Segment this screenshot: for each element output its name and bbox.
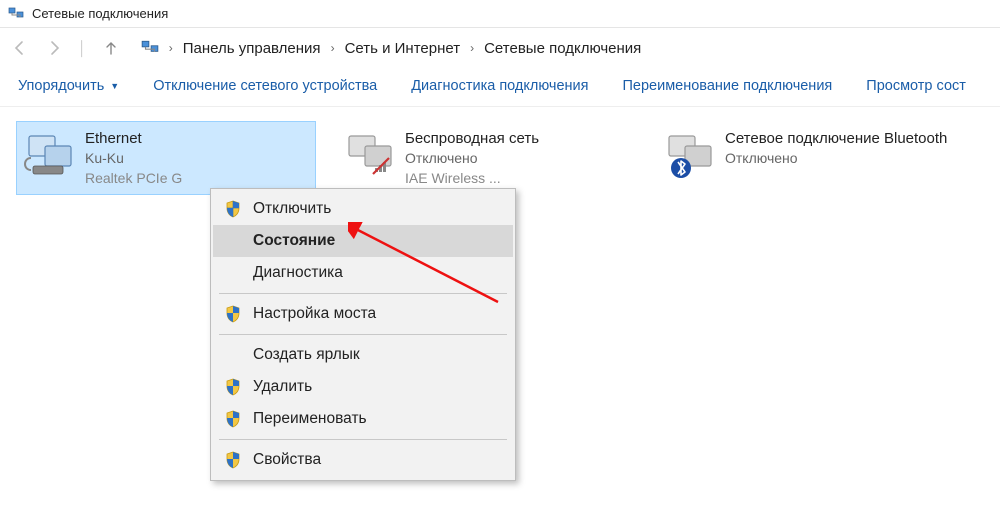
menu-item-diagnose[interactable]: Диагностика (213, 257, 513, 289)
ethernet-adapter-icon (23, 128, 75, 180)
connection-item-ethernet[interactable]: Ethernet Ku-Ku Realtek PCIe G (16, 121, 316, 195)
menu-item-label: Свойства (253, 451, 499, 469)
nav-separator: │ (78, 40, 87, 56)
menu-item-label: Состояние (253, 232, 499, 250)
menu-item-delete[interactable]: Удалить (213, 371, 513, 403)
chevron-right-icon: › (470, 41, 474, 55)
connection-item-bluetooth[interactable]: Сетевое подключение Bluetooth Отключено (656, 121, 956, 195)
menu-separator (219, 334, 507, 335)
nav-up-button[interactable] (101, 38, 121, 58)
menu-item-label: Удалить (253, 378, 499, 396)
breadcrumb[interactable]: › Панель управления › Сеть и Интернет › … (135, 39, 642, 57)
menu-item-label: Настройка моста (253, 305, 499, 323)
toolbar-label: Отключение сетевого устройства (153, 78, 377, 94)
connection-device: Realtek PCIe G (85, 169, 182, 189)
menu-separator (219, 439, 507, 440)
menu-item-label: Создать ярлык (253, 346, 499, 364)
breadcrumb-item[interactable]: Сеть и Интернет (345, 40, 461, 57)
shield-icon (223, 304, 243, 324)
chevron-right-icon: › (331, 41, 335, 55)
blank-icon (223, 263, 243, 283)
menu-item-shortcut[interactable]: Создать ярлык (213, 339, 513, 371)
breadcrumb-item[interactable]: Сетевые подключения (484, 40, 641, 57)
shield-icon (223, 377, 243, 397)
connection-name: Ethernet (85, 128, 182, 149)
bluetooth-adapter-icon (663, 128, 715, 180)
toolbar-label: Диагностика подключения (411, 78, 588, 94)
blank-icon (223, 345, 243, 365)
chevron-right-icon: › (169, 41, 173, 55)
navigation-bar: │ › Панель управления › Сеть и Интернет … (0, 28, 1000, 68)
title-bar: Сетевые подключения (0, 0, 1000, 28)
rename-connection-button[interactable]: Переименование подключения (622, 78, 832, 94)
context-menu: Отключить Состояние Диагностика Настройк… (210, 188, 516, 481)
nav-forward-button[interactable] (44, 38, 64, 58)
blank-icon (223, 231, 243, 251)
breadcrumb-item[interactable]: Панель управления (183, 40, 321, 57)
diagnose-connection-button[interactable]: Диагностика подключения (411, 78, 588, 94)
wireless-adapter-icon (343, 128, 395, 180)
organize-menu-button[interactable]: Упорядочить ▼ (18, 78, 119, 94)
toolbar-label: Упорядочить (18, 78, 104, 94)
network-connections-icon (8, 6, 24, 22)
connection-name: Беспроводная сеть (405, 128, 539, 149)
menu-separator (219, 293, 507, 294)
menu-item-label: Переименовать (253, 410, 499, 428)
toolbar-label: Просмотр сост (866, 78, 966, 94)
disable-device-button[interactable]: Отключение сетевого устройства (153, 78, 377, 94)
shield-icon (223, 199, 243, 219)
toolbar: Упорядочить ▼ Отключение сетевого устрой… (0, 68, 1000, 107)
connection-item-wireless[interactable]: Беспроводная сеть Отключено IAE Wireless… (336, 121, 636, 195)
menu-item-rename[interactable]: Переименовать (213, 403, 513, 435)
menu-item-label: Отключить (253, 200, 499, 218)
window-title: Сетевые подключения (32, 6, 168, 21)
view-status-button[interactable]: Просмотр сост (866, 78, 966, 94)
menu-item-label: Диагностика (253, 264, 499, 282)
menu-item-bridge[interactable]: Настройка моста (213, 298, 513, 330)
shield-icon (223, 450, 243, 470)
connection-status: Отключено (405, 149, 539, 169)
connection-status: Ku-Ku (85, 149, 182, 169)
shield-icon (223, 409, 243, 429)
chevron-down-icon: ▼ (110, 81, 119, 91)
toolbar-label: Переименование подключения (622, 78, 832, 94)
menu-item-status[interactable]: Состояние (213, 225, 513, 257)
menu-item-disable[interactable]: Отключить (213, 193, 513, 225)
nav-back-button[interactable] (10, 38, 30, 58)
connection-device: IAE Wireless ... (405, 169, 539, 189)
menu-item-properties[interactable]: Свойства (213, 444, 513, 476)
connection-name: Сетевое подключение Bluetooth (725, 128, 947, 149)
network-connections-icon (141, 39, 159, 57)
connection-status: Отключено (725, 149, 947, 169)
